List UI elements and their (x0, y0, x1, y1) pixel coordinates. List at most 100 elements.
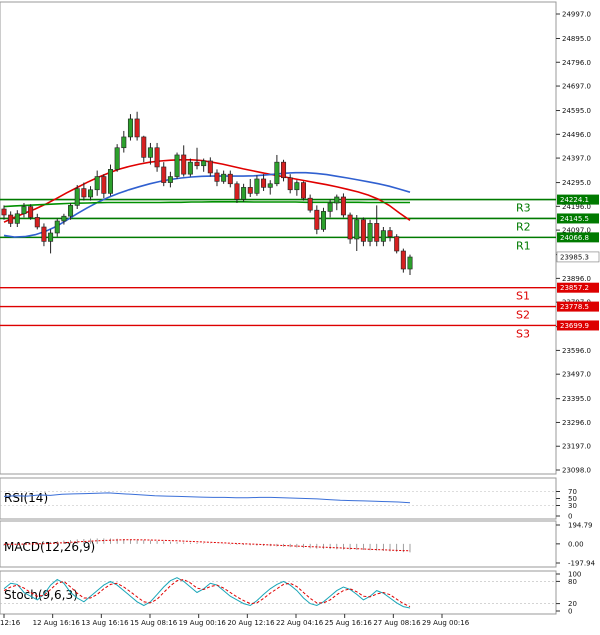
candle-bearish (340, 196, 346, 216)
macd-tick-label: 194.79 (568, 522, 593, 530)
candle-bearish (101, 176, 107, 194)
macd-tick-label: 0.00 (568, 540, 584, 548)
level-name-s3: S3 (516, 327, 530, 340)
level-price-label: 24224.1 (560, 196, 589, 204)
candle-bearish (8, 214, 14, 224)
candle-bearish (314, 209, 320, 230)
candle-bearish (287, 177, 293, 191)
time-tick-label: 12 Aug 16:16 (33, 619, 81, 627)
candle-bullish (354, 219, 360, 240)
candle-bearish (234, 183, 240, 200)
time-tick-label: 12:16 (0, 619, 21, 627)
candle-bearish (81, 188, 87, 198)
candle-bearish (394, 236, 400, 252)
candle-bullish (88, 189, 94, 198)
candle-bearish (1, 208, 7, 216)
candle-bearish (374, 223, 380, 242)
price-tick-label: 23497.0 (562, 371, 591, 379)
candle-bearish (34, 217, 40, 228)
candle-bullish (327, 202, 333, 212)
price-tick-label: 23896.0 (562, 275, 591, 283)
price-tick-label: 24997.0 (562, 11, 591, 19)
time-tick-label: 27 Aug 08:16 (373, 619, 421, 627)
level-price-label: 24145.5 (560, 215, 589, 223)
candle-bullish (167, 176, 173, 183)
candle-bullish (61, 215, 67, 222)
time-tick-label: 15 Aug 08:16 (130, 619, 178, 627)
price-tick-label: 24595.0 (562, 107, 591, 115)
price-tick-label: 24496.0 (562, 131, 591, 139)
level-name-r3: R3 (516, 202, 531, 215)
level-name-r1: R1 (516, 239, 531, 252)
candle-bullish (267, 183, 273, 188)
time-tick-label: 20 Aug 12:16 (227, 619, 275, 627)
candle-bearish (247, 187, 253, 194)
price-tick-label: 24397.0 (562, 155, 591, 163)
candle-bearish (207, 160, 213, 174)
time-tick-label: 13 Aug 16:16 (81, 619, 129, 627)
candle-bearish (41, 226, 47, 242)
price-tick-label: 23197.0 (562, 443, 591, 451)
candle-bearish (360, 219, 366, 242)
candle-bullish (74, 188, 80, 206)
candle-bullish (147, 147, 153, 158)
rsi-label: RSI(14) (4, 491, 48, 505)
candle-bearish (400, 250, 406, 270)
candle-bearish (301, 182, 307, 199)
price-tick-label: 24796.0 (562, 59, 591, 67)
price-tick-label: 23596.0 (562, 347, 591, 355)
candle-bullish (21, 206, 27, 215)
candle-bullish (201, 160, 207, 167)
price-tick-label: 23296.0 (562, 419, 591, 427)
candle-bearish (347, 214, 353, 240)
candle-bearish (307, 197, 313, 211)
candle-bearish (387, 230, 393, 237)
price-tick-label: 23098.0 (562, 467, 591, 475)
candle-bullish (221, 173, 227, 182)
level-price-label: 23699.9 (560, 322, 589, 330)
candle-bullish (114, 147, 120, 170)
candle-bearish (227, 173, 233, 185)
candle-bullish (380, 230, 386, 242)
time-tick-label: 29 Aug 00:16 (422, 619, 470, 627)
candle-bearish (28, 206, 34, 218)
rsi-tick-label: 30 (568, 502, 577, 510)
time-tick-label: 22 Aug 04:16 (276, 619, 324, 627)
macd-tick-label: -197.94 (568, 560, 596, 568)
candle-bearish (281, 161, 287, 179)
stoch-label: Stoch(9,6,3) (4, 588, 78, 602)
candle-bullish (320, 211, 326, 230)
candle-bullish (121, 136, 127, 149)
candle-bullish (54, 220, 60, 234)
candle-bullish (254, 178, 260, 194)
price-tick-label: 24895.0 (562, 35, 591, 43)
price-tick-label: 23395.0 (562, 395, 591, 403)
candle-bullish (14, 213, 20, 224)
level-name-s1: S1 (516, 290, 530, 303)
time-tick-label: 19 Aug 00:16 (179, 619, 227, 627)
level-price-label: 24066.8 (560, 234, 589, 242)
level-name-r2: R2 (516, 220, 531, 233)
level-price-label: 23857.2 (560, 284, 589, 292)
candle-bearish (134, 118, 140, 138)
candle-bullish (407, 256, 413, 270)
stoch-tick-label: 0 (568, 608, 572, 616)
candle-bullish (94, 176, 100, 191)
price-tick-label: 24295.0 (562, 179, 591, 187)
candle-bearish (181, 154, 187, 175)
candle-bullish (127, 118, 133, 138)
candle-bullish (367, 223, 373, 242)
candle-bullish (107, 169, 113, 194)
rsi-tick-label: 0 (568, 513, 572, 521)
candle-bullish (68, 205, 74, 217)
candle-bearish (261, 178, 267, 188)
stoch-tick-label: 80 (568, 578, 577, 586)
candle-bullish (274, 161, 280, 185)
candle-bearish (154, 147, 160, 168)
price-chart[interactable]: 24997.0 24895.0 24796.0 24697.0 24595.0 24496… (0, 0, 600, 631)
candle-bearish (214, 172, 220, 182)
candle-bearish (161, 166, 167, 183)
candle-bullish (48, 232, 54, 242)
candle-bullish (187, 161, 193, 175)
candle-bearish (194, 161, 200, 167)
